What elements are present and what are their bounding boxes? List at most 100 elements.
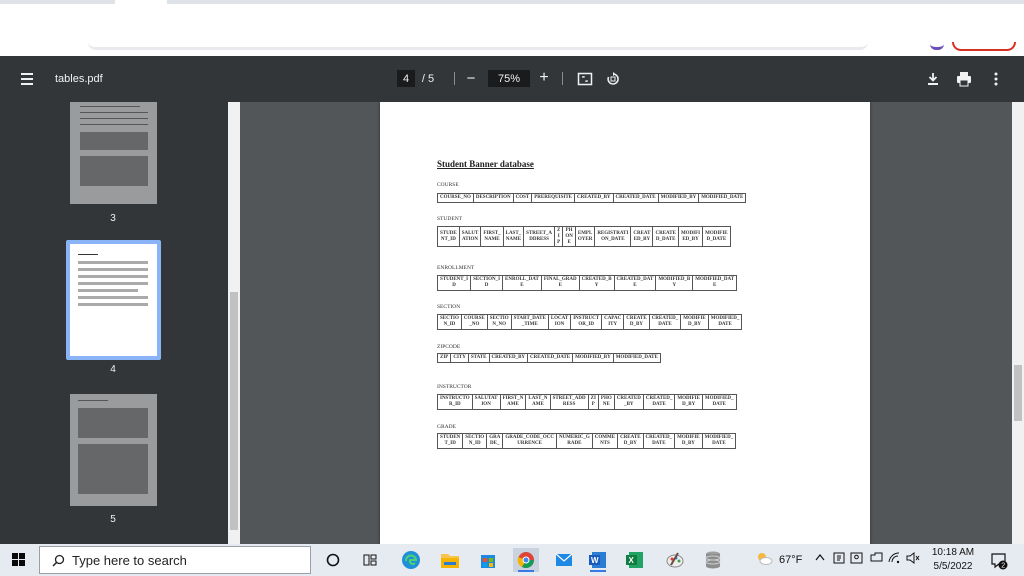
column-header: CREATED_BY (488, 353, 529, 363)
mail-icon[interactable] (551, 548, 577, 572)
notification-count: 2 (1001, 563, 1005, 570)
column-header: STUDEN T_ID (436, 433, 464, 449)
tray-app-icon[interactable] (833, 552, 845, 567)
column-header: CREAT ED_BY (630, 225, 654, 248)
store-icon[interactable] (475, 548, 501, 572)
column-header: MODIFIED_DAT E (692, 275, 738, 291)
search-placeholder: Type here to search (72, 552, 187, 568)
column-header: MODIFIE D_BY (674, 394, 703, 410)
table-row: STUDEN T_ID SECTIO N_ID GRA DE_ GRADE_CODE_… (436, 433, 737, 449)
excel-icon[interactable]: X (622, 548, 648, 572)
column-header: ZIP (436, 353, 452, 363)
zoom-out-button[interactable]: − (462, 70, 480, 87)
column-header: INSTRUCTO R_ID (437, 394, 473, 410)
fit-to-page-icon[interactable] (576, 70, 594, 88)
page-number-input[interactable]: 4 (397, 70, 415, 87)
download-icon[interactable] (924, 70, 942, 88)
taskbar-search-input[interactable]: Type here to search (39, 546, 311, 574)
page-thumbnail-4[interactable] (70, 244, 157, 356)
column-header: SALUTAT ION (471, 394, 501, 410)
word-icon[interactable]: W (585, 548, 611, 572)
more-options-icon[interactable] (988, 70, 1004, 88)
windows-start-icon[interactable] (12, 553, 26, 567)
weather-icon[interactable] (755, 551, 773, 568)
column-header: CITY (450, 353, 469, 363)
column-header: LAST_N AME (525, 394, 551, 410)
edge-icon[interactable] (398, 548, 424, 572)
tray-overflow-icon[interactable] (815, 552, 825, 564)
thumbnail-page-label: 4 (110, 364, 116, 375)
column-header: GRADE_CODE_OCC URRENCE (502, 433, 557, 449)
column-header: STUDE NT_ID (437, 225, 460, 248)
browser-tab[interactable] (115, 0, 167, 4)
column-header: PREREQUISITE (531, 193, 575, 203)
zoom-in-button[interactable]: + (535, 69, 553, 87)
rotate-icon[interactable] (604, 70, 622, 88)
column-header: MODIFI ED_BY (677, 225, 704, 248)
page-thumbnail-3[interactable] (70, 102, 157, 204)
profile-icon[interactable] (930, 44, 944, 50)
table-name: ZIPCODE (437, 344, 461, 350)
document-title: Student Banner database (437, 159, 534, 169)
column-header: CREATED_ DATE (642, 433, 676, 449)
column-header: MODIFIED_BY (572, 353, 614, 363)
page-thumbnail-5[interactable] (70, 394, 157, 506)
database-icon[interactable] (700, 548, 726, 572)
column-header: CREATED_ DATE (642, 394, 676, 410)
paint-icon[interactable] (662, 548, 688, 572)
column-header: GRA DE_ (486, 433, 504, 449)
column-header: CREATED_DATE (527, 353, 574, 363)
column-header: CREATED_DAT E (613, 275, 657, 291)
column-header: CREATE D_BY (617, 433, 644, 449)
column-header: CREATED_BY (574, 193, 614, 203)
column-header: DESCRIPTION (472, 193, 514, 203)
column-header: CREATE D_BY (623, 314, 650, 330)
display-icon[interactable] (870, 552, 883, 567)
table-row: SECTIO N_ID COURSE _NO SECTIO N_NO START_DA… (437, 314, 743, 330)
thumbnail-page-label: 5 (110, 514, 116, 525)
weather-temperature[interactable]: 67°F (779, 554, 802, 566)
volume-icon[interactable] (906, 552, 920, 567)
task-view-icon[interactable] (357, 548, 383, 572)
column-header: COURSE _NO (460, 314, 488, 330)
chrome-icon[interactable] (513, 548, 539, 572)
address-bar[interactable] (88, 40, 868, 50)
column-header: FINAL_GRAD E (540, 275, 580, 291)
schema-table: STUDEN T_ID SECTIO N_ID GRA DE_ GRADE_CODE_… (436, 433, 737, 449)
menu-icon[interactable] (14, 69, 40, 89)
clock-time: 10:18 AM (931, 547, 975, 558)
schema-table: INSTRUCTO R_ID SALUTAT ION FIRST_N AME LAST… (437, 394, 737, 410)
column-header: STREET_A DDRESS (523, 225, 556, 248)
taskbar-clock[interactable]: 10:18 AM 5/5/2022 (925, 546, 981, 574)
column-header: CREATE D_DATE (652, 225, 679, 248)
column-header: COURSE_NO (437, 193, 474, 203)
notification-center-icon[interactable]: 2 (990, 552, 1008, 570)
column-header: Z I P (553, 225, 564, 248)
zoom-level-input[interactable]: 75% (488, 70, 530, 87)
wifi-icon[interactable] (888, 552, 901, 567)
table-row: ZIP CITY STATE CREATED_BY CREATED_DATE MODIFI… (436, 353, 661, 363)
viewer-scrollbar[interactable] (1012, 102, 1024, 544)
column-header: SECTIO N_ID (462, 433, 488, 449)
column-header: LOCAT ION (547, 314, 572, 330)
column-header: ZI P (587, 394, 599, 410)
table-name: INSTRUCTOR (437, 384, 472, 390)
sidebar-scrollbar-thumb[interactable] (230, 292, 238, 530)
column-header: LAST_ NAME (502, 225, 525, 248)
file-explorer-icon[interactable] (437, 548, 463, 572)
viewer-scrollbar-thumb[interactable] (1014, 365, 1022, 421)
toolbar-divider (562, 72, 563, 85)
schema-table: ZIP CITY STATE CREATED_BY CREATED_DATE MODIFI… (436, 353, 661, 363)
pdf-viewer: Student Banner database COURSE COURSE_NO… (240, 102, 1012, 544)
table-row: INSTRUCTO R_ID SALUTAT ION FIRST_N AME LAST… (437, 394, 737, 410)
column-header: FIRST_N AME (499, 394, 527, 410)
cortana-icon[interactable] (320, 548, 346, 572)
pdf-toolbar: tables.pdf 4 / 5 − 75% + (0, 56, 1024, 102)
print-icon[interactable] (955, 70, 973, 88)
table-row: STUDENT_I D SECTION_I D ENROLL_DAT E FINAL_… (436, 275, 738, 291)
column-header: COST (512, 193, 533, 203)
browser-action-button[interactable] (952, 42, 1016, 51)
meet-now-icon[interactable] (850, 552, 863, 567)
schema-table: STUDENT_I D SECTION_I D ENROLL_DAT E FINAL_… (436, 275, 738, 291)
column-header: MODIFIED_ DATE (707, 314, 743, 330)
